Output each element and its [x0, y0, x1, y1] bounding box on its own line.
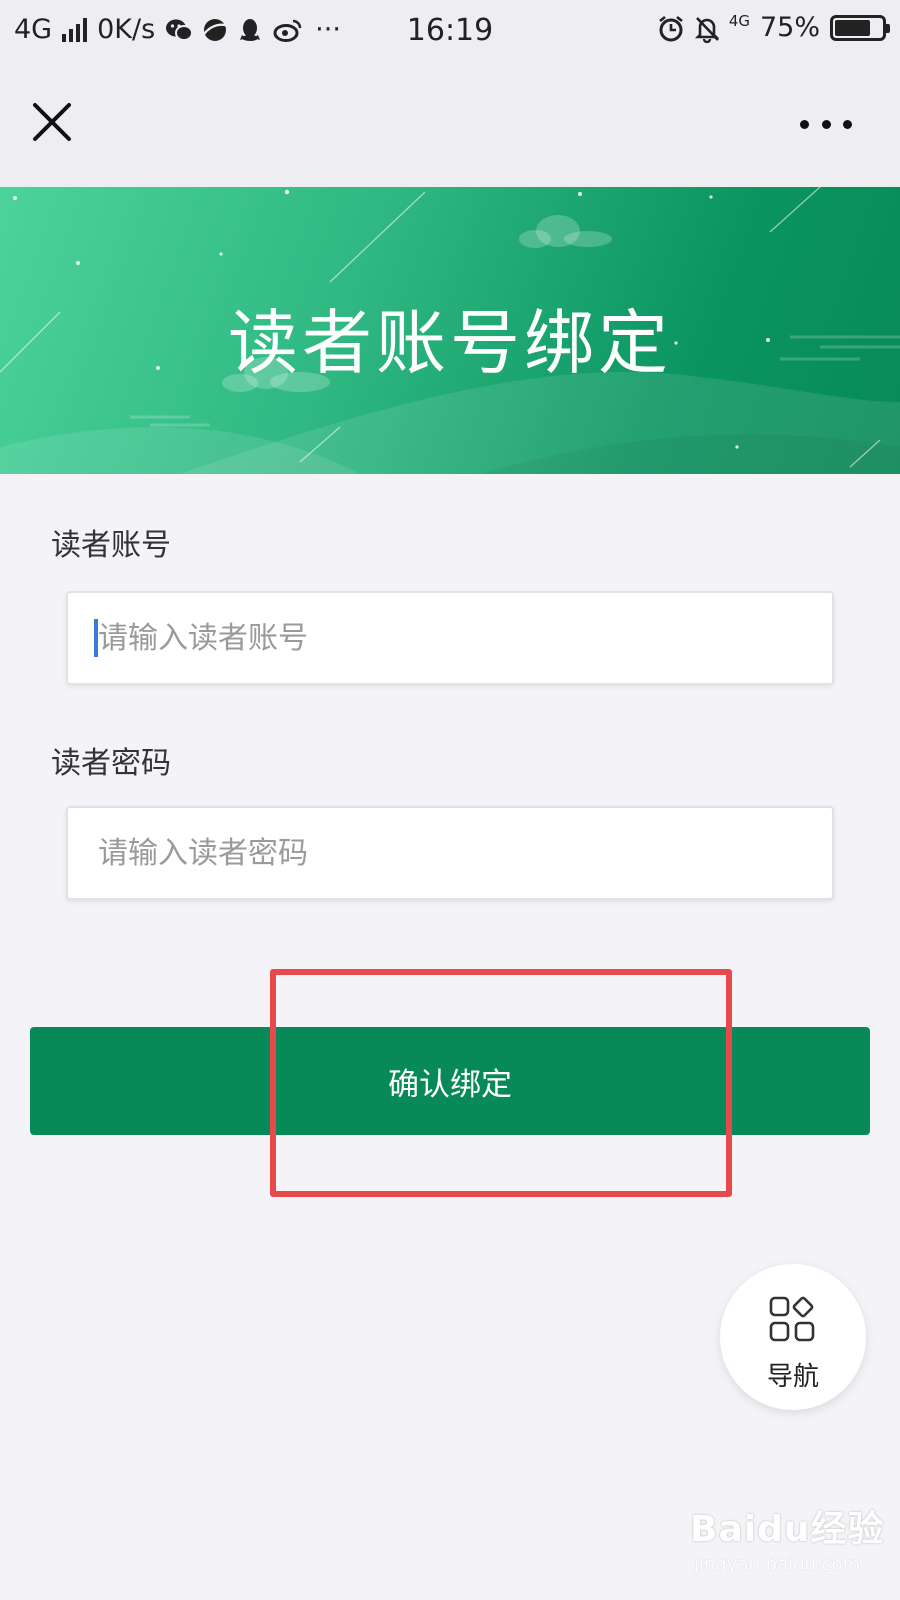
account-label: 读者账号 [51, 528, 171, 563]
account-input[interactable] [66, 591, 834, 685]
password-label: 读者密码 [51, 746, 171, 781]
mute-icon [693, 15, 719, 43]
alarm-icon [657, 15, 683, 41]
watermark-title: Baidu经验 [690, 1509, 885, 1550]
watermark-url: jingyan.baidu.com [694, 1554, 861, 1575]
password-input[interactable] [66, 806, 834, 900]
confirm-bind-button[interactable]: 确认绑定 [30, 1027, 870, 1135]
header-banner: 读者账号绑定 [0, 187, 900, 474]
battery-icon [830, 14, 890, 41]
status-bar: 4G 0K/s ··· 16:19 4G 75% [0, 0, 900, 62]
more-icon[interactable] [800, 112, 852, 136]
close-icon[interactable] [30, 100, 74, 144]
navigation-fab-label: 导航 [766, 1362, 819, 1392]
page-title: 读者账号绑定 [228, 302, 672, 384]
network-type-right: 4G [728, 11, 750, 30]
status-bar-right: 4G 75% [657, 11, 890, 43]
navigation-bar [0, 62, 900, 187]
text-cursor [94, 619, 98, 657]
baidu-watermark: Baidu经验 jingyan.baidu.com [690, 1500, 884, 1575]
battery-percent: 75% [759, 12, 820, 43]
navigation-fab-button[interactable]: 导航 [720, 1264, 866, 1410]
